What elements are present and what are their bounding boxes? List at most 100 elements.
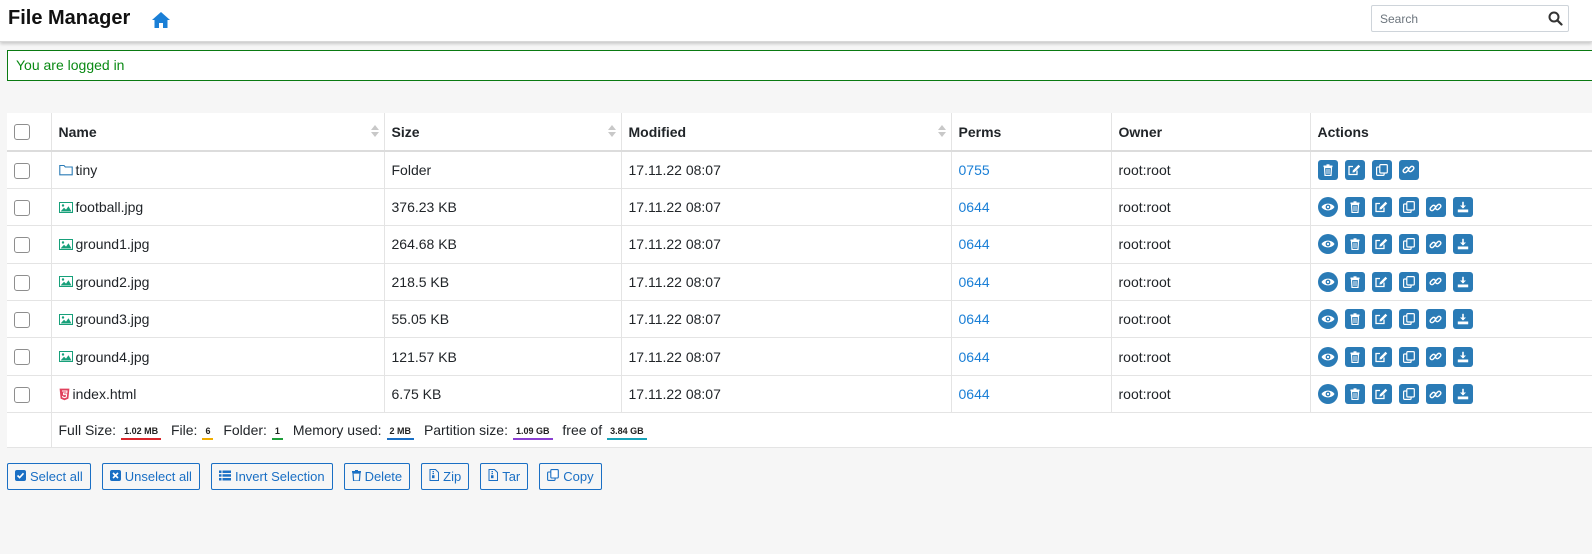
delete-action-button[interactable] xyxy=(1344,197,1365,218)
table-header-row: Name Size Modified Perms Owner Actions xyxy=(7,113,1592,152)
modified-cell: 17.11.22 08:07 xyxy=(621,151,952,189)
edit-icon xyxy=(1375,313,1388,325)
direct-link-action-button[interactable] xyxy=(1425,197,1446,218)
row-checkbox[interactable] xyxy=(14,162,30,179)
rename-action-button[interactable] xyxy=(1371,271,1392,292)
copy-button[interactable]: Copy xyxy=(539,463,602,490)
download-action-button[interactable] xyxy=(1452,309,1473,330)
direct-link-action-button[interactable] xyxy=(1425,346,1446,367)
view-action-button[interactable] xyxy=(1317,271,1338,292)
sort-icon[interactable] xyxy=(937,124,946,140)
row-checkbox[interactable] xyxy=(14,349,30,366)
image-file-icon xyxy=(58,313,73,325)
search-icon[interactable] xyxy=(1548,11,1563,26)
invert-selection-button[interactable]: Invert Selection xyxy=(210,463,333,490)
trash-icon xyxy=(1350,238,1360,251)
delete-action-button[interactable] xyxy=(1317,159,1338,180)
download-action-button[interactable] xyxy=(1452,384,1473,405)
direct-link-action-button[interactable] xyxy=(1425,234,1446,255)
perms-link[interactable]: 0644 xyxy=(959,349,990,365)
copy-action-button[interactable] xyxy=(1398,309,1419,330)
row-checkbox[interactable] xyxy=(14,386,30,403)
size-cell: 218.5 KB xyxy=(384,263,622,302)
table-row[interactable]: ground1.jpg 264.68 KB 17.11.22 08:07 064… xyxy=(7,225,1592,264)
rename-action-button[interactable] xyxy=(1371,346,1392,367)
column-header-modified[interactable]: Modified xyxy=(621,113,952,152)
rename-action-button[interactable] xyxy=(1371,234,1392,255)
html5-file-icon xyxy=(59,388,70,401)
direct-link-action-button[interactable] xyxy=(1398,159,1419,180)
tar-button[interactable]: Tar xyxy=(480,463,529,490)
perms-link[interactable]: 0644 xyxy=(959,386,990,402)
download-action-button[interactable] xyxy=(1452,234,1473,255)
login-alert: You are logged in xyxy=(7,50,1592,81)
column-header-name[interactable]: Name xyxy=(51,113,385,152)
delete-button[interactable]: Delete xyxy=(343,463,411,490)
copy-action-button[interactable] xyxy=(1371,159,1392,180)
download-action-button[interactable] xyxy=(1452,346,1473,367)
delete-action-button[interactable] xyxy=(1344,271,1365,292)
table-row[interactable]: football.jpg 376.23 KB 17.11.22 08:07 06… xyxy=(7,188,1592,227)
file-name-link[interactable]: index.html xyxy=(73,386,137,402)
zip-button[interactable]: Zip xyxy=(421,463,470,490)
sort-icon[interactable] xyxy=(370,124,379,140)
search-input[interactable] xyxy=(1372,6,1540,31)
copy-action-button[interactable] xyxy=(1398,384,1419,405)
view-action-button[interactable] xyxy=(1317,384,1338,405)
download-action-button[interactable] xyxy=(1452,271,1473,292)
copy-icon xyxy=(1402,275,1415,288)
row-checkbox[interactable] xyxy=(14,237,30,254)
file-name-link[interactable]: tiny xyxy=(76,162,98,178)
view-action-button[interactable] xyxy=(1317,234,1338,255)
delete-action-button[interactable] xyxy=(1344,309,1365,330)
download-action-button[interactable] xyxy=(1452,197,1473,218)
delete-action-button[interactable] xyxy=(1344,234,1365,255)
file-name-link[interactable]: ground1.jpg xyxy=(76,236,150,252)
rename-action-button[interactable] xyxy=(1371,197,1392,218)
table-row[interactable]: index.html 6.75 KB 17.11.22 08:07 0644 r… xyxy=(7,375,1592,414)
direct-link-action-button[interactable] xyxy=(1425,309,1446,330)
select-all-checkbox[interactable] xyxy=(14,124,30,141)
direct-link-action-button[interactable] xyxy=(1425,271,1446,292)
download-icon xyxy=(1457,238,1469,250)
copy-action-button[interactable] xyxy=(1398,271,1419,292)
table-row[interactable]: ground3.jpg 55.05 KB 17.11.22 08:07 0644… xyxy=(7,300,1592,339)
table-row[interactable]: ground4.jpg 121.57 KB 17.11.22 08:07 064… xyxy=(7,337,1592,376)
rename-action-button[interactable] xyxy=(1371,384,1392,405)
delete-action-button[interactable] xyxy=(1344,346,1365,367)
delete-action-button[interactable] xyxy=(1344,384,1365,405)
perms-link[interactable]: 0644 xyxy=(959,199,990,215)
perms-link[interactable]: 0644 xyxy=(959,274,990,290)
table-row[interactable]: tiny Folder 17.11.22 08:07 0755 root:roo… xyxy=(7,151,1592,189)
copy-action-button[interactable] xyxy=(1398,234,1419,255)
column-header-size[interactable]: Size xyxy=(384,113,622,152)
perms-link[interactable]: 0644 xyxy=(959,236,990,252)
perms-link[interactable]: 0644 xyxy=(959,311,990,327)
copy-action-button[interactable] xyxy=(1398,197,1419,218)
eye-icon xyxy=(1321,314,1335,324)
row-checkbox[interactable] xyxy=(14,199,30,216)
perms-link[interactable]: 0755 xyxy=(959,162,990,178)
view-action-button[interactable] xyxy=(1317,346,1338,367)
column-header-actions: Actions xyxy=(1310,113,1592,152)
select-all-button[interactable]: Select all xyxy=(7,463,91,490)
file-name-link[interactable]: ground3.jpg xyxy=(76,311,150,327)
file-name-link[interactable]: ground2.jpg xyxy=(76,274,150,290)
app-title[interactable]: File Manager xyxy=(8,7,130,30)
invert-selection-label: Invert Selection xyxy=(234,469,325,484)
home-icon[interactable] xyxy=(151,11,171,29)
copy-action-button[interactable] xyxy=(1398,346,1419,367)
file-name-link[interactable]: football.jpg xyxy=(76,199,144,215)
modified-cell: 17.11.22 08:07 xyxy=(621,225,952,264)
direct-link-action-button[interactable] xyxy=(1425,384,1446,405)
table-row[interactable]: ground2.jpg 218.5 KB 17.11.22 08:07 0644… xyxy=(7,263,1592,302)
view-action-button[interactable] xyxy=(1317,197,1338,218)
rename-action-button[interactable] xyxy=(1371,309,1392,330)
sort-icon[interactable] xyxy=(607,124,616,140)
view-action-button[interactable] xyxy=(1317,309,1338,330)
unselect-all-button[interactable]: Unselect all xyxy=(101,463,200,490)
rename-action-button[interactable] xyxy=(1344,159,1365,180)
file-name-link[interactable]: ground4.jpg xyxy=(76,349,150,365)
row-checkbox[interactable] xyxy=(14,311,30,328)
row-checkbox[interactable] xyxy=(14,274,30,291)
